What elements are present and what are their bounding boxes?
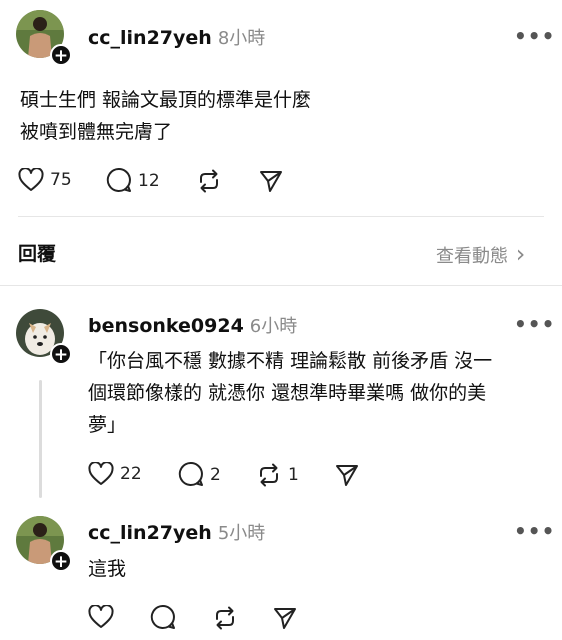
post-author[interactable]: cc_lin27yeh 8小時 <box>88 24 265 50</box>
comment-author[interactable]: bensonke0924 6小時 <box>88 312 297 338</box>
comment-button[interactable]: 12 <box>106 168 160 194</box>
post-more-icon[interactable]: ••• <box>514 24 555 48</box>
comment-line-1: 「你台風不穩 數據不精 理論鬆散 前後矛盾 沒一 <box>88 350 493 372</box>
comment-button[interactable] <box>150 605 176 631</box>
chevron-right-icon: › <box>515 240 526 268</box>
like-button[interactable]: 75 <box>18 168 72 192</box>
follow-plus-icon[interactable]: + <box>50 343 72 365</box>
heart-icon <box>88 605 114 628</box>
comment-body: 「你台風不穩 數據不精 理論鬆散 前後矛盾 沒一 個環節像樣的 就憑你 還想準時… <box>88 345 492 441</box>
post-time: 8小時 <box>217 28 266 49</box>
comment-username[interactable]: bensonke0924 <box>88 315 244 337</box>
thread-line <box>39 380 42 498</box>
share-button[interactable] <box>272 605 298 631</box>
comment-more-icon[interactable]: ••• <box>514 312 555 336</box>
repost-button[interactable] <box>196 168 222 194</box>
post-username[interactable]: cc_lin27yeh <box>88 27 212 49</box>
post-divider <box>18 216 544 217</box>
reply-time: 5小時 <box>217 523 266 544</box>
send-icon <box>336 465 358 486</box>
comment-icon <box>106 168 131 192</box>
heart-icon <box>18 168 44 191</box>
send-icon <box>274 608 296 629</box>
like-count: 75 <box>50 170 72 190</box>
repost-icon <box>200 169 218 193</box>
repost-button[interactable] <box>212 605 238 631</box>
like-button[interactable] <box>88 605 114 629</box>
post-line-2: 被噴到體無完膚了 <box>20 121 173 143</box>
repost-icon <box>260 463 278 487</box>
view-activity-link[interactable]: 查看動態 › <box>436 240 525 268</box>
comment-line-3: 夢」 <box>88 414 127 436</box>
comment-line-2: 個環節像樣的 就憑你 還想準時畢業嗎 做你的美 <box>88 382 487 404</box>
repost-count: 1 <box>288 465 299 485</box>
send-icon <box>260 171 282 192</box>
reply-more-icon[interactable]: ••• <box>514 519 555 543</box>
post-body: 碩士生們 報論文最頂的標準是什麼 被噴到體無完膚了 <box>20 84 311 148</box>
replies-divider <box>0 285 562 286</box>
post-line-1: 碩士生們 報論文最頂的標準是什麼 <box>20 89 312 111</box>
repost-icon <box>216 606 234 630</box>
like-button[interactable]: 22 <box>88 462 142 486</box>
comment-count: 2 <box>210 465 221 485</box>
repost-button[interactable]: 1 <box>256 462 299 488</box>
comment-time: 6小時 <box>249 316 298 337</box>
follow-plus-icon[interactable]: + <box>50 550 72 572</box>
reply-body: 這我 <box>88 558 127 580</box>
comment-button[interactable]: 2 <box>178 462 221 488</box>
follow-plus-icon[interactable]: + <box>50 44 72 66</box>
like-count: 22 <box>120 464 142 484</box>
view-activity-label: 查看動態 <box>436 246 508 267</box>
reply-username[interactable]: cc_lin27yeh <box>88 522 212 544</box>
share-button[interactable] <box>258 168 284 194</box>
share-button[interactable] <box>334 462 360 488</box>
comment-count: 12 <box>138 171 160 191</box>
heart-icon <box>88 462 114 485</box>
comment-icon <box>150 605 175 629</box>
comment-icon <box>178 462 203 486</box>
reply-author[interactable]: cc_lin27yeh 5小時 <box>88 519 265 545</box>
replies-label: 回覆 <box>18 243 57 265</box>
